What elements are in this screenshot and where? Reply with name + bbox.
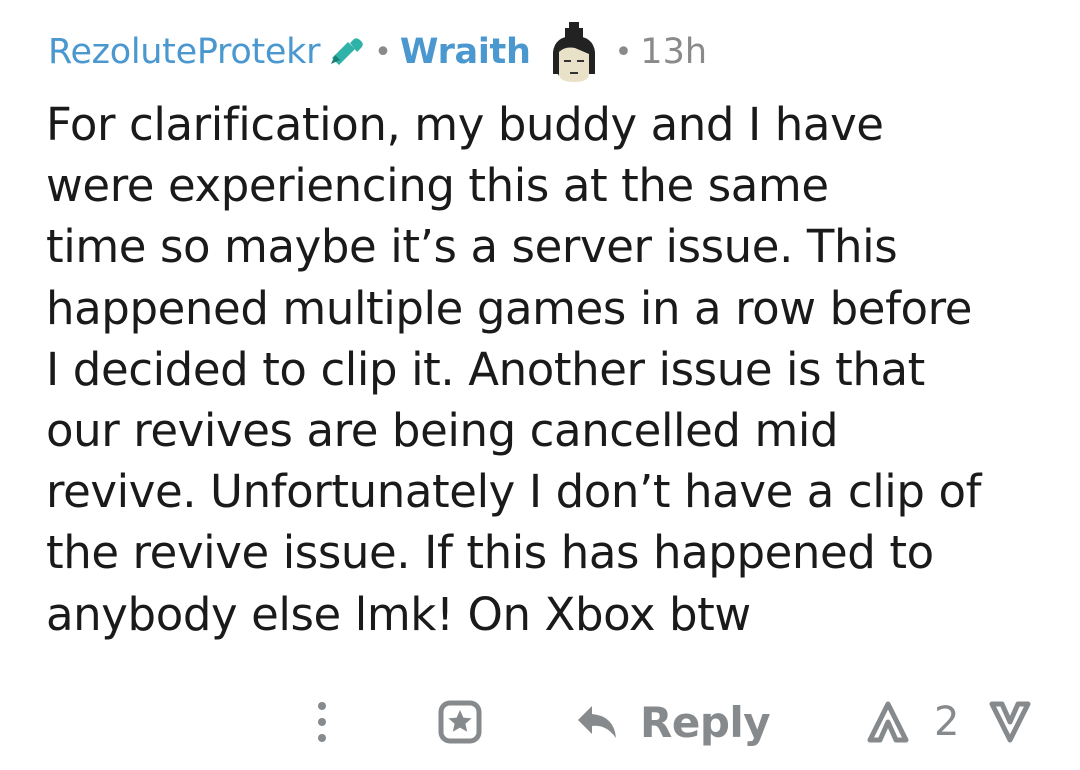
upvote-button[interactable] [866, 700, 910, 744]
separator-dot: • [614, 34, 633, 70]
wraith-avatar-icon [545, 22, 603, 86]
vote-score: 2 [934, 699, 960, 745]
separator-dot: • [374, 34, 392, 70]
comment-body-line: time so maybe it’s a server issue. This [46, 220, 898, 274]
mod-shield-pencil-icon [328, 37, 366, 67]
reply-label: Reply [640, 697, 771, 747]
comment-body-line: were experiencing this at the same [46, 159, 829, 213]
comment-header: RezoluteProtekr • Wraith • 13h [48, 22, 708, 82]
downvote-button[interactable] [988, 700, 1032, 744]
award-icon [438, 700, 482, 744]
comment-body: For clarification, my buddy and I have w… [46, 94, 1056, 645]
comment-timestamp: 13h [640, 32, 708, 72]
reply-arrow-icon [578, 706, 616, 738]
reply-button[interactable]: Reply [576, 694, 771, 750]
comment-body-line: our revives are being cancelled mid [46, 404, 839, 458]
more-options-button[interactable] [308, 698, 336, 746]
comment-body-line: revive. Unfortunately I don’t have a cli… [46, 465, 982, 519]
comment-body-line: the revive issue. If this has happened t… [46, 526, 934, 580]
upvote-arrow-icon [867, 701, 909, 743]
comment-body-line: For clarification, my buddy and I have [46, 98, 884, 151]
award-button[interactable] [436, 698, 484, 746]
comment-body-line: I decided to clip it. Another issue is t… [46, 342, 925, 396]
comment-action-bar: Reply 2 [0, 690, 1080, 754]
comment-author[interactable]: RezoluteProtekr [48, 32, 320, 72]
user-flair: Wraith [399, 32, 531, 72]
comment-body-line: anybody else lmk! On Xbox btw [46, 587, 751, 641]
comment-body-line: happened multiple games in a row before [46, 281, 973, 335]
downvote-arrow-icon [989, 701, 1031, 743]
